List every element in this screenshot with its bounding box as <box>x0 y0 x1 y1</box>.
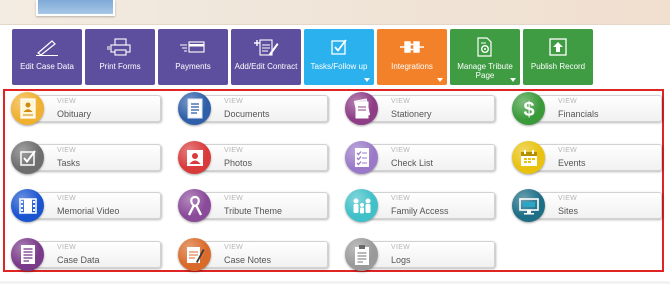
tile-label: Tribute Theme <box>224 206 283 216</box>
case-data-icon <box>11 238 44 271</box>
documents-icon <box>178 92 211 125</box>
tile-label: Logs <box>391 255 411 265</box>
view-check-list-tile[interactable]: VIEW Check List <box>345 141 495 174</box>
dropdown-arrow-icon <box>364 78 370 82</box>
view-caption: VIEW <box>57 147 77 154</box>
view-caption: VIEW <box>391 147 411 154</box>
tile-label: Obituary <box>57 109 92 119</box>
view-tasks-tile[interactable]: VIEW Tasks <box>11 141 161 174</box>
deceased-photo <box>36 0 115 16</box>
view-caption: VIEW <box>224 98 244 105</box>
edit-case-data-button[interactable]: Edit Case Data <box>12 29 82 85</box>
view-caption: VIEW <box>391 195 411 202</box>
plug-icon <box>397 37 427 57</box>
dropdown-arrow-icon <box>437 78 443 82</box>
pencil-icon <box>32 37 62 57</box>
checkbox-icon <box>324 37 354 57</box>
tile-label: Family Access <box>391 206 449 216</box>
calendar-icon <box>512 141 545 174</box>
monitor-icon <box>512 189 545 222</box>
tile-label: Documents <box>224 109 270 119</box>
view-caption: VIEW <box>224 244 244 251</box>
view-caption: VIEW <box>224 147 244 154</box>
view-documents-tile[interactable]: VIEW Documents <box>178 92 328 125</box>
view-sites-tile[interactable]: VIEW Sites <box>512 189 662 222</box>
obituary-icon <box>11 92 44 125</box>
tasks-follow-up-label: Tasks/Follow up <box>310 62 368 71</box>
family-icon <box>345 189 378 222</box>
view-caption: VIEW <box>558 98 578 105</box>
clipboard-icon <box>345 238 378 271</box>
view-events-tile[interactable]: VIEW Events <box>512 141 662 174</box>
manage-tribute-page-button[interactable]: Manage Tribute Page <box>450 29 520 85</box>
view-photos-tile[interactable]: VIEW Photos <box>178 141 328 174</box>
ribbon-icon <box>178 189 211 222</box>
payments-button[interactable]: Payments <box>158 29 228 85</box>
view-caption: VIEW <box>391 98 411 105</box>
view-memorial-video-tile[interactable]: VIEW Memorial Video <box>11 189 161 222</box>
print-forms-label: Print Forms <box>99 62 141 71</box>
credit-card-icon <box>178 37 208 57</box>
view-caption: VIEW <box>57 244 77 251</box>
tile-label: Sites <box>558 206 579 216</box>
view-financials-tile[interactable]: $ VIEW Financials <box>512 92 662 125</box>
edit-case-data-label: Edit Case Data <box>20 62 74 71</box>
notes-icon <box>178 238 211 271</box>
tile-label: Tasks <box>57 158 81 168</box>
checklist-icon <box>345 141 378 174</box>
page-settings-icon <box>470 37 500 57</box>
view-caption: VIEW <box>57 195 77 202</box>
svg-text:$: $ <box>523 99 534 120</box>
publish-icon <box>543 37 573 57</box>
view-caption: VIEW <box>558 147 578 154</box>
view-caption: VIEW <box>57 98 77 105</box>
view-obituary-tile[interactable]: VIEW Obituary <box>11 92 161 125</box>
tile-label: Stationery <box>391 109 432 119</box>
action-toolbar: Edit Case Data Print Forms Payments Add/… <box>12 29 593 85</box>
view-family-access-tile[interactable]: VIEW Family Access <box>345 189 495 222</box>
photo-icon <box>178 141 211 174</box>
tile-label: Financials <box>558 109 599 119</box>
checkbox-icon <box>11 141 44 174</box>
view-caption: VIEW <box>558 195 578 202</box>
print-forms-button[interactable]: Print Forms <box>85 29 155 85</box>
tile-label: Case Notes <box>224 255 272 265</box>
payments-label: Payments <box>175 62 211 71</box>
stationery-icon <box>345 92 378 125</box>
dollar-icon: $ <box>512 92 545 125</box>
publish-record-label: Publish Record <box>530 62 586 71</box>
view-stationery-tile[interactable]: VIEW Stationery <box>345 92 495 125</box>
dropdown-arrow-icon <box>510 78 516 82</box>
case-views-panel: VIEW Obituary VIEW Documents VIEW Statio… <box>3 89 664 272</box>
integrations-label: Integrations <box>391 62 433 71</box>
header-banner <box>0 0 670 25</box>
view-logs-tile[interactable]: VIEW Logs <box>345 238 495 271</box>
view-tribute-theme-tile[interactable]: VIEW Tribute Theme <box>178 189 328 222</box>
publish-record-button[interactable]: Publish Record <box>523 29 593 85</box>
add-edit-contract-button[interactable]: Add/Edit Contract <box>231 29 301 85</box>
view-case-data-tile[interactable]: VIEW Case Data <box>11 238 161 271</box>
add-edit-contract-label: Add/Edit Contract <box>234 62 298 71</box>
contract-icon <box>251 37 281 57</box>
view-case-notes-tile[interactable]: VIEW Case Notes <box>178 238 328 271</box>
printer-icon <box>105 37 135 57</box>
view-caption: VIEW <box>391 244 411 251</box>
tile-label: Memorial Video <box>57 206 120 216</box>
tile-label: Case Data <box>57 255 100 265</box>
tile-label: Photos <box>224 158 253 168</box>
tile-label: Events <box>558 158 586 168</box>
tasks-follow-up-button[interactable]: Tasks/Follow up <box>304 29 374 85</box>
film-icon <box>11 189 44 222</box>
tile-label: Check List <box>391 158 434 168</box>
view-caption: VIEW <box>224 195 244 202</box>
integrations-button[interactable]: Integrations <box>377 29 447 85</box>
